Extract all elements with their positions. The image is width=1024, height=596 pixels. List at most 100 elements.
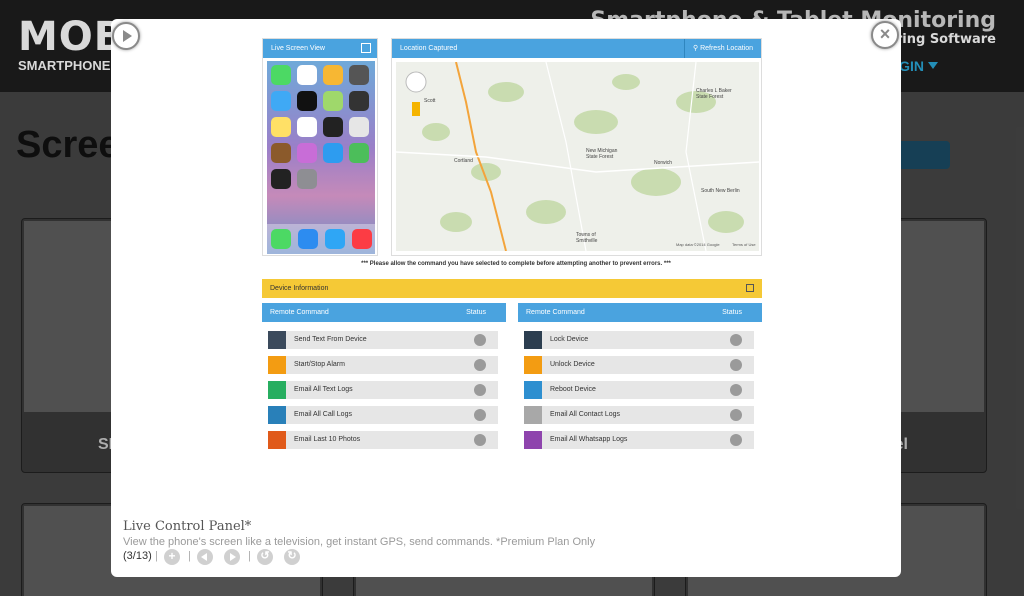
command-label: Email All Contact Logs <box>550 411 621 418</box>
lock-icon <box>524 331 542 349</box>
photos-icon <box>323 65 343 85</box>
phone-icon <box>270 229 291 249</box>
unlock-icon <box>524 356 542 374</box>
status-indicator <box>730 409 742 421</box>
map-label: Norwich <box>654 160 673 166</box>
status-column-header: Status <box>722 309 742 316</box>
map-label: Charles L Baker State Forest <box>696 88 732 100</box>
map-label: Towns of Smithville <box>576 232 598 244</box>
call-log-icon <box>268 406 286 424</box>
separator: | <box>248 550 251 562</box>
collapse-icon[interactable] <box>746 284 754 292</box>
caption-description: View the phone's screen like a televisio… <box>123 536 596 548</box>
status-indicator <box>730 334 742 346</box>
command-reboot-device[interactable]: Reboot Device <box>524 381 754 399</box>
play-icon[interactable] <box>112 22 140 50</box>
safari-icon <box>324 229 345 249</box>
command-email-text-logs[interactable]: Email All Text Logs <box>268 381 498 399</box>
reboot-icon <box>524 381 542 399</box>
remote-command-header: Remote Command Status <box>262 303 506 322</box>
command-lock-device[interactable]: Lock Device <box>524 331 754 349</box>
lightbox-image: Live Screen View Location Captured ⚲ Ref… <box>262 38 762 458</box>
app-grid <box>271 65 371 189</box>
command-email-whatsapp-logs[interactable]: Email All Whatsapp Logs <box>524 431 754 449</box>
status-indicator <box>730 384 742 396</box>
next-icon[interactable] <box>224 549 240 565</box>
location-panel: Location Captured ⚲ Refresh Location Sco… <box>391 38 762 256</box>
calendar-icon <box>297 65 317 85</box>
command-label: Email All Whatsapp Logs <box>550 436 628 443</box>
remote-command-header: Remote Command Status <box>518 303 762 322</box>
text-log-icon <box>268 381 286 399</box>
messages-icon <box>271 65 291 85</box>
status-indicator <box>474 434 486 446</box>
rotate-right-icon[interactable]: ↻ <box>284 549 300 565</box>
command-email-photos[interactable]: Email Last 10 Photos <box>268 431 498 449</box>
command-send-text[interactable]: Send Text From Device <box>268 331 498 349</box>
device-information-title: Device Information <box>270 285 329 292</box>
command-label: Reboot Device <box>550 386 596 393</box>
live-screen-panel: Live Screen View <box>262 38 378 256</box>
notes-icon <box>271 117 291 137</box>
live-screen-header: Live Screen View <box>263 39 377 58</box>
separator: | <box>155 550 158 562</box>
command-start-stop-alarm[interactable]: Start/Stop Alarm <box>268 356 498 374</box>
command-label: Email All Call Logs <box>294 411 352 418</box>
phone-dock <box>267 224 375 254</box>
map-label: South New Berlin <box>701 188 740 194</box>
map[interactable]: Scott Charles L Baker State Forest Cortl… <box>396 62 759 251</box>
zoom-in-icon[interactable]: + <box>164 549 180 565</box>
remote-command-panel-right: Remote Command Status Lock Device Unlock… <box>518 303 762 451</box>
status-indicator <box>730 434 742 446</box>
remote-command-title: Remote Command <box>526 309 585 316</box>
clock-icon <box>297 91 317 111</box>
itunes-icon <box>297 143 317 163</box>
whatsapp-icon <box>524 431 542 449</box>
map-attribution: Map data ©2014 Google <box>676 242 720 247</box>
bell-icon <box>268 356 286 374</box>
compass-icon <box>271 169 291 189</box>
command-notice: *** Please allow the command you have se… <box>361 261 671 267</box>
refresh-location-label: Refresh Location <box>700 45 753 52</box>
close-icon[interactable]: × <box>871 21 899 49</box>
music-icon <box>351 229 372 249</box>
slide-counter: (3/13) <box>123 550 152 562</box>
device-information-bar[interactable]: Device Information <box>262 279 762 298</box>
remote-command-panel-left: Remote Command Status Send Text From Dev… <box>262 303 506 451</box>
stocks-icon <box>323 117 343 137</box>
status-indicator <box>474 359 486 371</box>
caption-title: Live Control Panel* <box>123 519 252 534</box>
videos-icon <box>349 91 369 111</box>
camera-icon <box>349 65 369 85</box>
rotate-left-icon[interactable]: ↺ <box>257 549 273 565</box>
command-label: Start/Stop Alarm <box>294 361 345 368</box>
live-screen-title: Live Screen View <box>271 45 325 52</box>
location-title: Location Captured <box>400 45 458 52</box>
maps-icon <box>323 91 343 111</box>
map-label: New Michigan State Forest <box>586 148 618 160</box>
command-label: Unlock Device <box>550 361 595 368</box>
phone-screen <box>267 61 375 254</box>
command-email-call-logs[interactable]: Email All Call Logs <box>268 406 498 424</box>
command-label: Lock Device <box>550 336 589 343</box>
prev-icon[interactable] <box>197 549 213 565</box>
refresh-location-button[interactable]: ⚲ Refresh Location <box>684 39 761 58</box>
settings-icon <box>297 169 317 189</box>
command-label: Email Last 10 Photos <box>294 436 361 443</box>
game-center-icon <box>349 117 369 137</box>
status-indicator <box>474 384 486 396</box>
passbook-icon <box>349 143 369 163</box>
expand-icon[interactable] <box>361 43 371 53</box>
status-column-header: Status <box>466 309 486 316</box>
app-store-icon <box>323 143 343 163</box>
newsstand-icon <box>271 143 291 163</box>
weather-icon <box>271 91 291 111</box>
remote-command-title: Remote Command <box>270 309 329 316</box>
status-indicator <box>474 409 486 421</box>
command-unlock-device[interactable]: Unlock Device <box>524 356 754 374</box>
reminders-icon <box>297 117 317 137</box>
map-terms-link[interactable]: Terms of Use <box>732 242 756 247</box>
command-email-contact-logs[interactable]: Email All Contact Logs <box>524 406 754 424</box>
map-label: Scott <box>424 98 436 104</box>
status-indicator <box>474 334 486 346</box>
